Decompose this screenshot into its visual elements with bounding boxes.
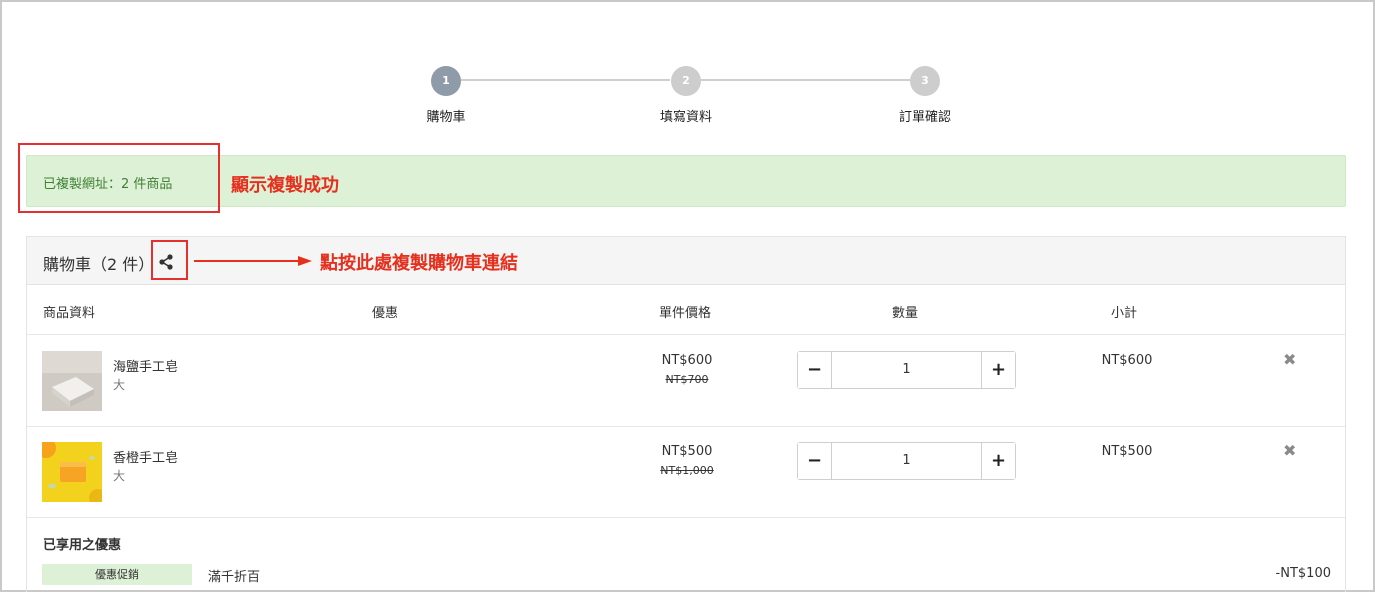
item-subtotal: NT$500 xyxy=(1101,444,1153,459)
step-2-label: 填寫資料 xyxy=(659,110,712,125)
cart-panel: 購物車（2 件） 商品資料 優惠 單件價格 數量 小計 海鹽手工皂 大 NT$6… xyxy=(26,236,1346,592)
applied-promotions-title: 已享用之優惠 xyxy=(43,538,122,553)
increase-quantity-button[interactable]: + xyxy=(981,443,1015,479)
product-variant: 大 xyxy=(113,469,126,483)
cart-column-headers: 商品資料 優惠 單件價格 數量 小計 xyxy=(27,285,1345,335)
column-subtotal: 小計 xyxy=(1111,306,1138,321)
quantity-stepper: − 1 + xyxy=(797,351,1016,389)
annotation-copy-success: 顯示複製成功 xyxy=(231,175,339,196)
product-variant: 大 xyxy=(113,378,126,392)
remove-item-icon[interactable]: ✖ xyxy=(1283,441,1296,460)
product-name[interactable]: 海鹽手工皂 xyxy=(113,356,178,375)
step-2-indicator: 2 xyxy=(671,66,701,96)
quantity-input[interactable]: 1 xyxy=(833,443,980,479)
column-product: 商品資料 xyxy=(43,306,96,321)
product-image-sea-salt-soap[interactable] xyxy=(42,351,102,411)
annotation-click-share: 點按此處複製購物車連結 xyxy=(320,253,518,274)
decrease-quantity-button[interactable]: − xyxy=(798,352,832,388)
column-discount: 優惠 xyxy=(372,306,399,321)
step-1-indicator: 1 xyxy=(431,66,461,96)
cart-item-row: 海鹽手工皂 大 NT$600 NT$700 − 1 + NT$600 ✖ xyxy=(27,336,1345,427)
copy-success-alert: 已複製網址：2 件商品 xyxy=(26,155,1346,207)
promotion-name: 滿千折百 xyxy=(208,570,261,585)
step-3-indicator: 3 xyxy=(910,66,940,96)
original-price: NT$1,000 xyxy=(660,464,714,477)
original-price: NT$700 xyxy=(665,373,709,386)
unit-price: NT$500 xyxy=(661,444,713,459)
column-unit-price: 單件價格 xyxy=(659,306,712,321)
product-image-orange-soap[interactable] xyxy=(42,442,102,502)
item-subtotal: NT$600 xyxy=(1101,353,1153,368)
step-3-label: 訂單確認 xyxy=(898,110,951,125)
annotation-highlight-share xyxy=(151,240,188,280)
annotation-highlight-alert xyxy=(18,143,220,213)
promotion-amount: -NT$100 xyxy=(1275,566,1331,581)
quantity-input[interactable]: 1 xyxy=(833,352,980,388)
step-connector xyxy=(701,79,910,81)
decrease-quantity-button[interactable]: − xyxy=(798,443,832,479)
cart-item-row: 香橙手工皂 大 NT$500 NT$1,000 − 1 + NT$500 ✖ xyxy=(27,427,1345,518)
product-name[interactable]: 香橙手工皂 xyxy=(113,447,178,466)
increase-quantity-button[interactable]: + xyxy=(981,352,1015,388)
annotation-arrow-icon xyxy=(194,256,312,266)
column-quantity: 數量 xyxy=(892,306,919,321)
step-1-label: 購物車 xyxy=(426,110,466,125)
remove-item-icon[interactable]: ✖ xyxy=(1283,350,1296,369)
step-connector xyxy=(461,79,670,81)
checkout-stepper: 1 購物車 2 填寫資料 3 訂單確認 xyxy=(0,0,1375,140)
quantity-stepper: − 1 + xyxy=(797,442,1016,480)
cart-title: 購物車（2 件） xyxy=(43,255,155,274)
promotion-badge: 優惠促銷 xyxy=(42,564,192,585)
unit-price: NT$600 xyxy=(661,353,713,368)
